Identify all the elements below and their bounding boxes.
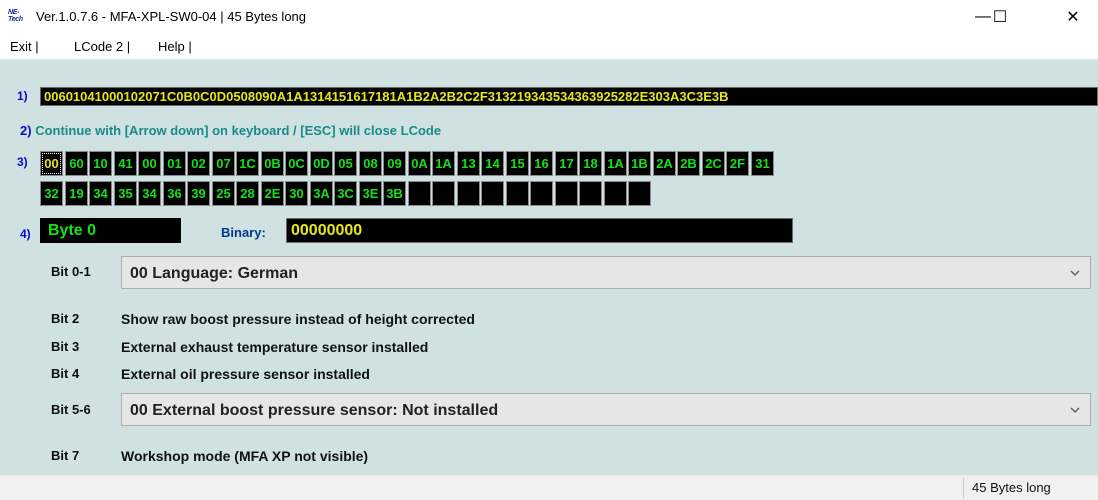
status-bar: 45 Bytes long	[0, 474, 1098, 500]
byte-cell[interactable]: 41	[114, 151, 137, 176]
byte-cell[interactable]: 3C	[334, 181, 357, 206]
close-icon: ✕	[1066, 9, 1080, 26]
chevron-down-icon	[1070, 407, 1080, 413]
byte-cell-empty[interactable]	[628, 181, 651, 206]
byte-cell[interactable]: 05	[334, 151, 357, 176]
byte-cell[interactable]: 1C	[236, 151, 259, 176]
byte-cell[interactable]: 00	[138, 151, 161, 176]
byte-cell[interactable]: 14	[481, 151, 504, 176]
byte-cell[interactable]: 2B	[677, 151, 700, 176]
status-text: 45 Bytes long	[972, 480, 1051, 495]
byte-cell[interactable]: 1A	[432, 151, 455, 176]
byte-cell[interactable]: 15	[506, 151, 529, 176]
menu-bar: Exit | LCode 2 | Help |	[0, 34, 1098, 60]
byte-cell[interactable]: 34	[138, 181, 161, 206]
byte-cell[interactable]: 0A	[408, 151, 431, 176]
selected-byte-label: Byte 0	[40, 218, 181, 243]
bit-3-text: External exhaust temperature sensor inst…	[121, 339, 429, 355]
byte-cell[interactable]: 00	[40, 151, 63, 176]
byte-cell[interactable]: 19	[65, 181, 88, 206]
byte-cell[interactable]: 39	[187, 181, 210, 206]
menu-help[interactable]: Help |	[158, 39, 192, 54]
language-select[interactable]: 00 Language: German	[121, 256, 1091, 289]
byte-cell[interactable]: 2C	[702, 151, 725, 176]
byte-cell[interactable]: 31	[751, 151, 774, 176]
binary-label: Binary:	[221, 225, 266, 240]
binary-value-field: 00000000	[286, 218, 793, 243]
byte-cell-empty[interactable]	[604, 181, 627, 206]
boost-sensor-select[interactable]: 00 External boost pressure sensor: Not i…	[121, 393, 1091, 426]
byte-cell-empty[interactable]	[555, 181, 578, 206]
bit-3-label: Bit 3	[51, 339, 80, 354]
window-title: Ver.1.0.7.6 - MFA-XPL-SW0-04 | 45 Bytes …	[36, 9, 307, 24]
byte-cell-empty[interactable]	[457, 181, 480, 206]
byte-cell[interactable]: 09	[383, 151, 406, 176]
menu-lcode2[interactable]: LCode 2 |	[74, 39, 130, 54]
byte-cell[interactable]: 28	[236, 181, 259, 206]
byte-cell[interactable]: 34	[89, 181, 112, 206]
hint-text: 2) Continue with [Arrow down] on keyboar…	[20, 123, 441, 138]
maximize-icon: ☐	[992, 9, 1008, 26]
section-number-3: 3)	[17, 155, 28, 169]
byte-cell[interactable]: 2A	[653, 151, 676, 176]
bit-0-1-label: Bit 0-1	[51, 264, 91, 279]
language-select-value: 00 Language: German	[130, 265, 299, 282]
menu-exit[interactable]: Exit |	[10, 39, 39, 54]
byte-cell-empty[interactable]	[432, 181, 455, 206]
byte-cell[interactable]: 01	[163, 151, 186, 176]
app-logo-line-1: NE-	[8, 9, 20, 16]
bit-5-6-label: Bit 5-6	[51, 402, 91, 417]
byte-cell[interactable]: 10	[89, 151, 112, 176]
close-button[interactable]: ✕	[1050, 0, 1096, 34]
byte-cell[interactable]: 2F	[726, 151, 749, 176]
byte-cell[interactable]: 0C	[285, 151, 308, 176]
byte-cell[interactable]: 32	[40, 181, 63, 206]
byte-cell[interactable]: 30	[285, 181, 308, 206]
bit-2-text: Show raw boost pressure instead of heigh…	[121, 311, 475, 327]
byte-cell-empty[interactable]	[579, 181, 602, 206]
byte-cell[interactable]: 1A	[604, 151, 627, 176]
byte-cell[interactable]: 3A	[310, 181, 333, 206]
bit-7-label: Bit 7	[51, 448, 80, 463]
bit-7-text: Workshop mode (MFA XP not visible)	[121, 448, 369, 464]
byte-cell[interactable]: 17	[555, 151, 578, 176]
bit-4-text: External oil pressure sensor installed	[121, 366, 370, 382]
app-logo-line-2: Tech	[8, 16, 23, 23]
byte-cell[interactable]: 0B	[261, 151, 284, 176]
byte-cell-empty[interactable]	[506, 181, 529, 206]
byte-cell-empty[interactable]	[408, 181, 431, 206]
title-bar: NE- Tech Ver.1.0.7.6 - MFA-XPL-SW0-04 | …	[0, 0, 1098, 34]
byte-cell[interactable]: 3E	[359, 181, 382, 206]
byte-cell[interactable]: 08	[359, 151, 382, 176]
status-divider	[963, 478, 964, 498]
byte-cell[interactable]: 60	[65, 151, 88, 176]
byte-cell-empty[interactable]	[481, 181, 504, 206]
byte-cell[interactable]: 02	[187, 151, 210, 176]
section-number-1: 1)	[17, 89, 28, 103]
lcode-string-field[interactable]: 00601041000102071C0B0C0D0508090A1A131415…	[40, 87, 1098, 106]
maximize-button[interactable]: ☐	[977, 0, 1023, 34]
byte-cell[interactable]: 13	[457, 151, 480, 176]
bit-2-label: Bit 2	[51, 311, 80, 326]
byte-cell[interactable]: 0D	[310, 151, 333, 176]
section-number-2: 2)	[20, 123, 32, 138]
app-logo-icon: NE- Tech	[8, 9, 30, 25]
byte-cell[interactable]: 36	[163, 181, 186, 206]
byte-cell-empty[interactable]	[530, 181, 553, 206]
byte-cell[interactable]: 1B	[628, 151, 651, 176]
section-number-4: 4)	[20, 227, 31, 241]
byte-cell[interactable]: 07	[212, 151, 235, 176]
bit-4-label: Bit 4	[51, 366, 80, 381]
byte-cell[interactable]: 18	[579, 151, 602, 176]
byte-cell[interactable]: 35	[114, 181, 137, 206]
chevron-down-icon	[1070, 270, 1080, 276]
byte-cell[interactable]: 25	[212, 181, 235, 206]
hint-message: Continue with [Arrow down] on keyboard /…	[35, 123, 442, 138]
boost-sensor-select-value: 00 External boost pressure sensor: Not i…	[130, 402, 499, 419]
byte-cell[interactable]: 2E	[261, 181, 284, 206]
byte-cell[interactable]: 16	[530, 151, 553, 176]
byte-cell[interactable]: 3B	[383, 181, 406, 206]
